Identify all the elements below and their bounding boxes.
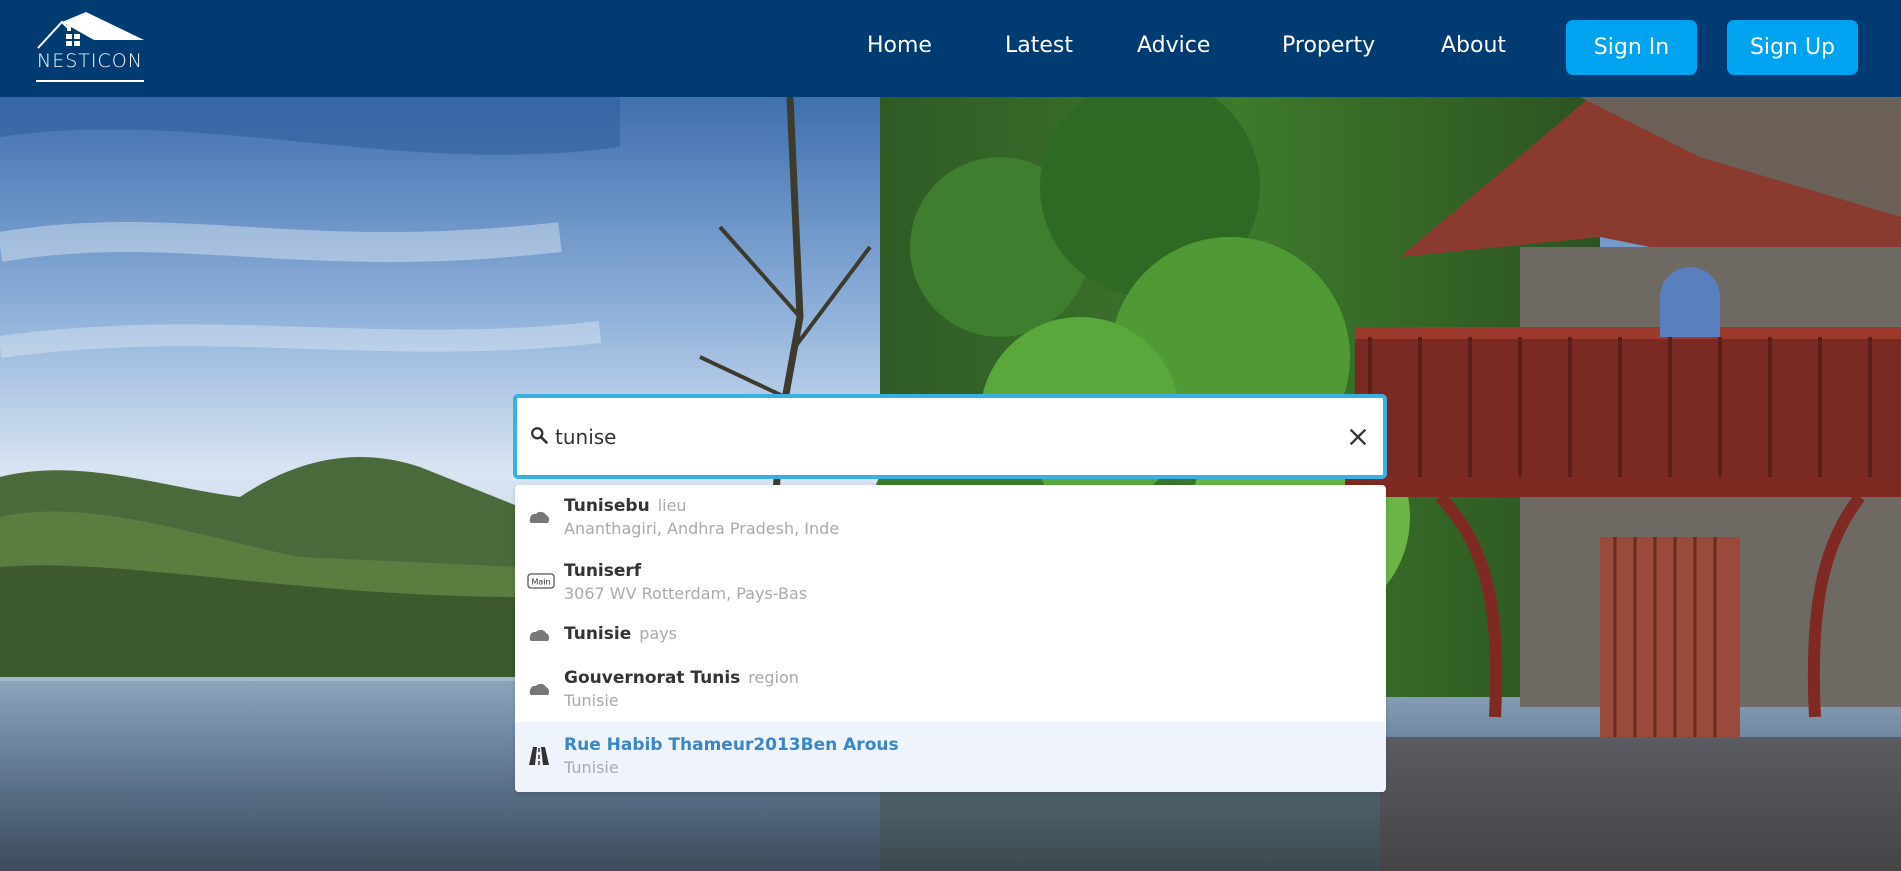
- suggestion-item[interactable]: Gouvernorat Tunis region Tunisie: [515, 657, 1386, 722]
- house-logo-icon: [37, 12, 144, 49]
- suggestion-subtitle: Tunisie: [564, 691, 619, 710]
- suggestion-list: Tunisebu lieu Ananthagiri, Andhra Pradesh…: [515, 485, 1386, 792]
- place-icon: [529, 511, 550, 523]
- suggestion-item-highlighted[interactable]: Rue Habib Thameur2013Ben Arous Tunisie: [515, 722, 1386, 792]
- suggestion-subtitle: Tunisie: [564, 758, 619, 777]
- main-road-icon: Main: [527, 573, 555, 589]
- sign-up-button[interactable]: Sign Up: [1727, 20, 1858, 75]
- search-icon: [531, 427, 548, 444]
- brand-name: NESTICON: [37, 50, 143, 72]
- svg-text:Main: Main: [531, 578, 550, 587]
- nav-advice[interactable]: Advice: [1137, 33, 1210, 58]
- road-icon: [529, 747, 549, 765]
- search-box[interactable]: [513, 394, 1387, 479]
- nav-home[interactable]: Home: [867, 33, 932, 58]
- place-icon: [529, 629, 550, 641]
- suggestion-title: Rue Habib Thameur2013Ben Arous: [564, 735, 899, 755]
- sign-in-button[interactable]: Sign In: [1566, 20, 1697, 75]
- nav-property[interactable]: Property: [1282, 33, 1375, 58]
- search-input[interactable]: [555, 416, 1315, 458]
- close-icon[interactable]: [1347, 426, 1369, 448]
- suggestion-subtitle: 3067 WV Rotterdam, Pays-Bas: [564, 584, 808, 603]
- suggestion-subtitle: Ananthagiri, Andhra Pradesh, Inde: [564, 519, 840, 538]
- place-icon: [529, 683, 550, 695]
- site-header: NESTICON Home Latest Advice Property Abo…: [0, 0, 1901, 97]
- suggestion-title: Tunisebu lieu: [564, 496, 687, 516]
- suggestion-item[interactable]: Tunisebu lieu Ananthagiri, Andhra Pradesh…: [515, 485, 1386, 549]
- suggestion-title: Tuniserf: [564, 561, 642, 581]
- logo-underline: [36, 80, 144, 82]
- suggestion-title: Gouvernorat Tunis region: [564, 668, 799, 688]
- suggestion-item[interactable]: Main Tuniserf 3067 WV Rotterdam, Pays-Ba…: [515, 549, 1386, 614]
- brand-logo[interactable]: NESTICON: [36, 10, 144, 82]
- suggestion-item[interactable]: Tunisie pays: [515, 614, 1386, 657]
- nav-about[interactable]: About: [1441, 33, 1506, 58]
- suggestion-title: Tunisie pays: [564, 624, 678, 644]
- nav-latest[interactable]: Latest: [1005, 33, 1073, 58]
